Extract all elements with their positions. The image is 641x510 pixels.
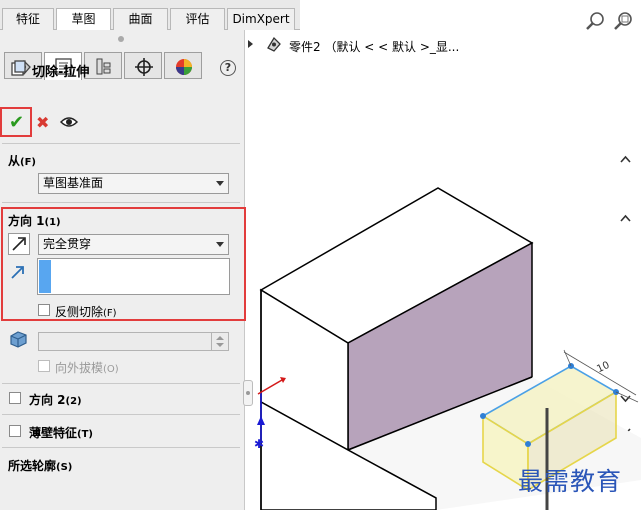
direction2-heading: 方向 2	[29, 393, 66, 407]
thin-feature-header[interactable]: 薄壁特征(T)	[29, 424, 93, 441]
divider	[2, 143, 240, 144]
tab-dimxpert[interactable]: DimXpert	[227, 8, 295, 30]
expand-arrow-icon[interactable]	[247, 40, 255, 48]
draft-outward-label: 向外拔模(O)	[55, 359, 119, 376]
zoom-to-area-icon[interactable]	[613, 10, 635, 32]
thin-feature-checkbox[interactable]	[9, 425, 21, 437]
direction1-heading: 方向 1	[8, 214, 45, 228]
svg-text:✱: ✱	[254, 437, 264, 451]
draft-outward-shortcut: (O)	[103, 364, 119, 375]
spinner-arrows-icon	[216, 336, 224, 347]
from-section-header[interactable]: 从(F)	[8, 152, 36, 169]
direction1-end-condition-select[interactable]: 完全贯穿	[38, 234, 229, 255]
command-tabs: 特征 草图 曲面 评估 DimXpert	[0, 0, 300, 31]
from-start-condition-value: 草图基准面	[43, 176, 104, 190]
selection-indicator	[39, 260, 51, 293]
direction-vector-icon	[11, 266, 24, 279]
graphics-viewport[interactable]: ✱	[246, 180, 641, 510]
from-heading: 从	[8, 154, 21, 168]
direction1-end-condition-value: 完全贯穿	[43, 237, 92, 251]
tab-evaluate-label: 评估	[185, 12, 210, 26]
draft-outward-checkbox	[38, 360, 50, 372]
thin-feature-heading: 薄壁特征	[29, 426, 78, 440]
feature-title-row: 切除-拉伸 ?	[8, 58, 236, 80]
flip-side-label: 反侧切除(F)	[55, 303, 117, 320]
reverse-direction-icon	[12, 237, 26, 251]
draft-icon	[10, 331, 27, 348]
flip-side-text: 反侧切除	[55, 305, 104, 319]
dropdown-arrow-icon	[216, 181, 224, 186]
draft-angle-spinner[interactable]	[211, 333, 228, 350]
divider	[2, 447, 240, 448]
from-start-condition-select[interactable]: 草图基准面	[38, 173, 229, 194]
direction1-shortcut: (1)	[44, 217, 61, 228]
dropdown-arrow-icon	[216, 242, 224, 247]
watermark-text: 最需教育	[518, 467, 623, 496]
chevron-up-icon[interactable]	[620, 154, 631, 165]
draft-angle-input[interactable]	[38, 332, 229, 351]
tab-surfaces[interactable]: 曲面	[113, 8, 168, 30]
panel-grip[interactable]	[118, 36, 124, 42]
direction1-section-header[interactable]: 方向 1(1)	[8, 212, 61, 229]
zoom-to-fit-icon[interactable]	[585, 10, 607, 32]
tab-sketch-label: 草图	[71, 12, 96, 26]
help-button[interactable]: ?	[220, 60, 236, 76]
feature-title: 切除-拉伸	[32, 65, 90, 80]
part-name: 零件2 （默认 < < 默认 >_显...	[289, 40, 460, 54]
reverse-direction-button[interactable]	[8, 233, 30, 255]
draft-toggle-button[interactable]	[8, 329, 30, 351]
tab-sketch[interactable]: 草图	[56, 8, 111, 31]
thin-feature-shortcut: (T)	[77, 429, 93, 440]
direction2-shortcut: (2)	[65, 396, 82, 407]
tab-features[interactable]: 特征	[2, 8, 54, 30]
cancel-button[interactable]: ✖	[36, 113, 49, 132]
tab-evaluate[interactable]: 评估	[170, 8, 225, 30]
direction2-checkbox[interactable]	[9, 392, 21, 404]
direction2-header[interactable]: 方向 2(2)	[29, 391, 82, 408]
part-icon	[267, 36, 281, 52]
ok-button[interactable]: ✔	[9, 112, 24, 133]
preview-eye-icon[interactable]	[60, 116, 78, 128]
tab-surfaces-label: 曲面	[128, 12, 153, 26]
divider	[2, 383, 240, 384]
divider	[2, 414, 240, 415]
draft-outward-text: 向外拔模	[55, 361, 104, 375]
selected-contours-shortcut: (S)	[56, 462, 73, 473]
divider	[2, 202, 240, 203]
tab-features-label: 特征	[15, 12, 40, 26]
cut-extrude-icon	[11, 60, 26, 76]
direction-reference-list[interactable]	[37, 258, 230, 295]
from-shortcut: (F)	[20, 157, 36, 168]
flip-side-shortcut: (F)	[103, 308, 117, 319]
selected-contours-heading: 所选轮廓	[8, 459, 57, 473]
tab-dimxpert-label: DimXpert	[232, 12, 290, 26]
selected-contours-header[interactable]: 所选轮廓(S)	[8, 457, 72, 474]
flip-side-checkbox[interactable]	[38, 304, 50, 316]
